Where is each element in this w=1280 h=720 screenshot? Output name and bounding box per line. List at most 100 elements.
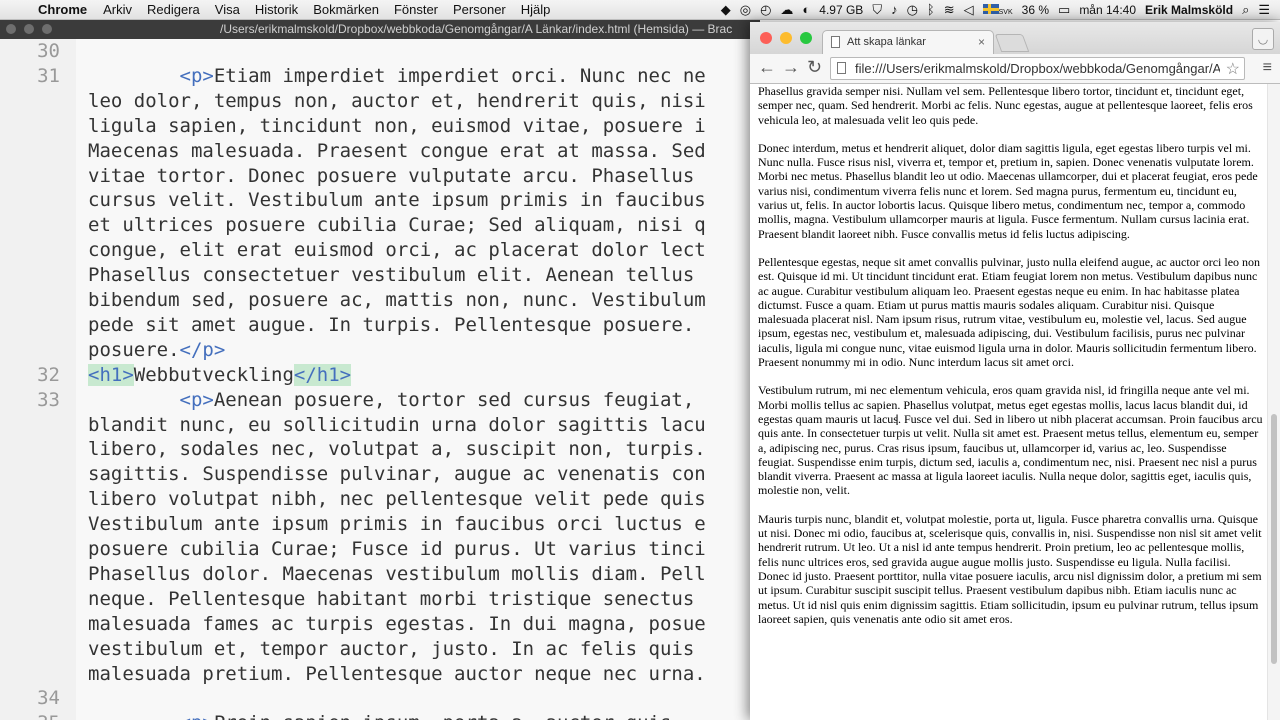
bell-icon[interactable]: ♪ bbox=[891, 2, 898, 17]
tab-att-skapa-lankar[interactable]: Att skapa länkar × bbox=[822, 30, 994, 54]
line-number bbox=[0, 164, 60, 189]
url-text[interactable]: file:///Users/erikmalmskold/Dropbox/webb… bbox=[855, 61, 1220, 76]
code-line[interactable]: Maecenas malesuada. Praesent congue erat… bbox=[88, 139, 706, 164]
paragraph: Donec interdum, metus et hendrerit aliqu… bbox=[758, 140, 1258, 241]
status-area: ◆ ◎ ◴ ☁ ◐ 4.97 GB ⛉ ♪ ◷ ᛒ ≋ ◁ SVK 36 % ▭… bbox=[721, 2, 1280, 18]
code-line[interactable]: neque. Pellentesque habitant morbi trist… bbox=[88, 587, 694, 612]
code-line[interactable]: <h1>Webbutveckling</h1> bbox=[88, 363, 352, 388]
code-line[interactable]: Phasellus dolor. Maecenas vestibulum mol… bbox=[88, 562, 706, 587]
dropbox-icon[interactable]: ◆ bbox=[721, 2, 731, 18]
memory-readout[interactable]: 4.97 GB bbox=[819, 3, 863, 17]
scrollbar-thumb[interactable] bbox=[1271, 414, 1277, 664]
code-line[interactable]: malesuada fames ac turpis egestas. In du… bbox=[88, 612, 706, 637]
code-line[interactable]: libero, sodales nec, volutpat a, suscipi… bbox=[88, 437, 706, 462]
clock-icon[interactable]: ◷ bbox=[907, 2, 918, 18]
menu-redigera[interactable]: Redigera bbox=[147, 2, 200, 17]
menu-bar: Chrome Arkiv Redigera Visa Historik Bokm… bbox=[0, 0, 1280, 20]
code-line[interactable]: malesuada pretium. Pellentesque auctor n… bbox=[88, 662, 706, 687]
line-number bbox=[0, 462, 60, 487]
code-line[interactable]: ligula sapien, tincidunt non, euismod vi… bbox=[88, 114, 706, 139]
code-line[interactable]: posuere.</p> bbox=[88, 338, 225, 363]
code-line[interactable]: <p>Etiam imperdiet imperdiet orci. Nunc … bbox=[88, 64, 706, 89]
profile-icon[interactable]: ◡ bbox=[1252, 28, 1274, 50]
bluetooth-icon[interactable]: ᛒ bbox=[927, 2, 935, 17]
forward-icon[interactable]: → bbox=[782, 57, 800, 78]
battery-icon[interactable]: ▭ bbox=[1058, 2, 1070, 18]
line-number: 34 bbox=[37, 687, 60, 710]
code-line[interactable]: bibendum sed, posuere ac, mattis non, nu… bbox=[88, 288, 706, 313]
code-line[interactable]: blandit nunc, eu sollicitudin urna dolor… bbox=[88, 413, 706, 438]
menu-visa[interactable]: Visa bbox=[215, 2, 240, 17]
menu-bokmarken[interactable]: Bokmärken bbox=[313, 2, 379, 17]
line-number: 31 bbox=[37, 64, 60, 87]
chrome-menu-icon[interactable]: ≡ bbox=[1263, 59, 1272, 77]
chrome-close-button[interactable] bbox=[760, 32, 772, 44]
back-icon[interactable]: ← bbox=[758, 57, 776, 78]
page-viewport[interactable]: Phasellus gravida semper nisi. Nullam ve… bbox=[750, 84, 1280, 720]
code-editor[interactable]: 30 31 <p>Etiam imperdiet imperdiet orci. … bbox=[0, 39, 760, 720]
code-line[interactable]: congue, elit erat euismod orci, ac place… bbox=[88, 238, 706, 263]
text-cursor-icon: I bbox=[895, 413, 900, 429]
reload-icon[interactable]: ↻ bbox=[807, 57, 822, 78]
bookmark-star-icon[interactable]: ☆ bbox=[1226, 59, 1240, 79]
menu-historik[interactable]: Historik bbox=[255, 2, 298, 17]
address-bar[interactable]: file:///Users/erikmalmskold/Dropbox/webb… bbox=[830, 57, 1245, 80]
paragraph: Vestibulum rutrum, mi nec elementum vehi… bbox=[758, 383, 1263, 498]
editor-titlebar: /Users/erikmalmskold/Dropbox/webbkoda/Ge… bbox=[0, 20, 760, 39]
browser-toolbar: ← → ↻ file:///Users/erikmalmskold/Dropbo… bbox=[750, 54, 1280, 84]
line-number bbox=[0, 587, 60, 612]
chrome-zoom-button[interactable] bbox=[800, 32, 812, 44]
code-line[interactable]: pede sit amet augue. In turpis. Pellente… bbox=[88, 313, 694, 338]
list-icon[interactable]: ☰ bbox=[1258, 2, 1270, 18]
menu-personer[interactable]: Personer bbox=[453, 2, 506, 17]
timemachine-icon[interactable]: ◴ bbox=[760, 2, 771, 18]
input-source[interactable]: SVK bbox=[982, 3, 1013, 17]
clock-readout[interactable]: mån 14:40 bbox=[1079, 3, 1136, 17]
line-number bbox=[0, 612, 60, 637]
new-tab-button[interactable] bbox=[994, 34, 1030, 52]
line-number bbox=[0, 512, 60, 537]
line-number bbox=[0, 487, 60, 512]
code-line[interactable]: et ultrices posuere cubilia Curae; Sed a… bbox=[88, 213, 706, 238]
shield-icon[interactable]: ⛉ bbox=[872, 2, 882, 18]
code-line[interactable]: sagittis. Suspendisse pulvinar, augue ac… bbox=[88, 462, 706, 487]
line-number bbox=[0, 213, 60, 238]
menu-fonster[interactable]: Fönster bbox=[394, 2, 438, 17]
editor-minimize-button[interactable] bbox=[24, 24, 34, 34]
line-number bbox=[0, 662, 60, 687]
code-line[interactable]: Phasellus consectetuer vestibulum elit. … bbox=[88, 263, 694, 288]
code-line[interactable]: <p>Aenean posuere, tortor sed cursus feu… bbox=[88, 388, 695, 413]
code-line[interactable]: vestibulum et, tempor auctor, justo. In … bbox=[88, 637, 694, 662]
code-line[interactable]: leo dolor, tempus non, auctor et, hendre… bbox=[88, 89, 706, 114]
search-icon[interactable]: ⌕ bbox=[1242, 2, 1249, 18]
code-line[interactable]: vitae tortor. Donec posuere vulputate ar… bbox=[88, 164, 694, 189]
code-line[interactable]: libero volutpat nibh, nec pellentesque v… bbox=[88, 487, 706, 512]
tab-title: Att skapa länkar bbox=[847, 36, 926, 48]
editor-zoom-button[interactable] bbox=[42, 24, 52, 34]
vertical-scrollbar[interactable] bbox=[1267, 84, 1280, 720]
paragraph: Phasellus gravida semper nisi. Nullam ve… bbox=[758, 84, 1253, 127]
line-number bbox=[0, 562, 60, 587]
page-icon bbox=[837, 62, 846, 74]
line-number: 35 bbox=[0, 711, 60, 720]
paragraph: Pellentesque egestas, neque sit amet con… bbox=[758, 254, 1261, 370]
menu-app-name[interactable]: Chrome bbox=[38, 2, 87, 17]
menu-arkiv[interactable]: Arkiv bbox=[103, 2, 132, 17]
page-content: Phasellus gravida semper nisi. Nullam ve… bbox=[758, 84, 1264, 640]
chrome-minimize-button[interactable] bbox=[780, 32, 792, 44]
tab-close-icon[interactable]: × bbox=[978, 35, 985, 49]
volume-icon[interactable]: ◁ bbox=[964, 2, 974, 18]
code-line[interactable]: <p>Proin sapien ipsum, porta a, auctor q… bbox=[88, 711, 683, 720]
menu-hjalp[interactable]: Hjälp bbox=[521, 2, 551, 17]
wifi-icon[interactable]: ≋ bbox=[944, 2, 955, 18]
editor-close-button[interactable] bbox=[6, 24, 16, 34]
code-line[interactable]: cursus velit. Vestibulum ante ipsum prim… bbox=[88, 188, 706, 213]
tab-strip: Att skapa länkar × ◡ bbox=[750, 22, 1280, 54]
code-line[interactable]: posuere cubilia Curae; Fusce id purus. U… bbox=[88, 537, 706, 562]
user-name[interactable]: Erik Malmsköld bbox=[1145, 3, 1233, 17]
memory-icon[interactable]: ◐ bbox=[802, 2, 810, 17]
cloud-icon[interactable]: ☁ bbox=[780, 2, 793, 18]
sync-icon[interactable]: ◎ bbox=[740, 2, 751, 18]
battery-percent[interactable]: 36 % bbox=[1022, 3, 1049, 17]
code-line[interactable]: Vestibulum ante ipsum primis in faucibus… bbox=[88, 512, 706, 537]
